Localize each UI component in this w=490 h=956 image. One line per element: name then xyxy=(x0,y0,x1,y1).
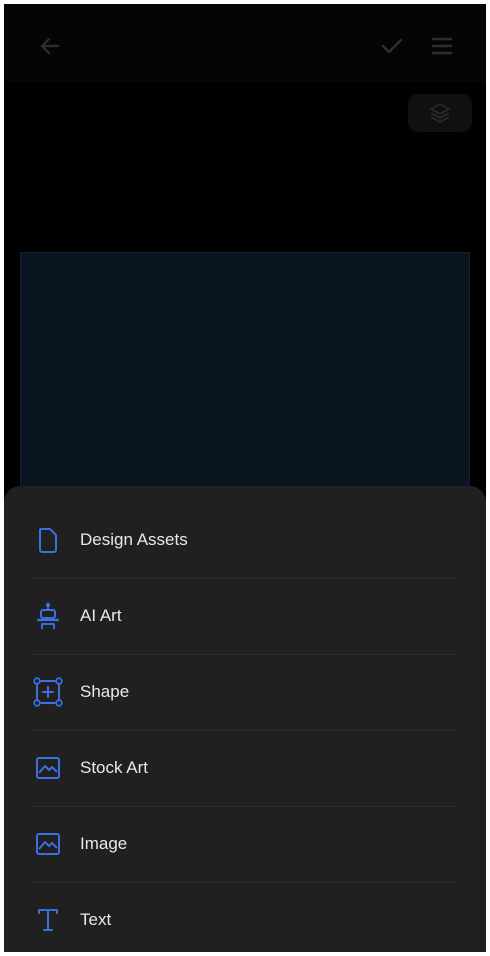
shape-icon xyxy=(32,676,64,708)
add-menu-sheet: Design Assets AI Art Shape Stock Art Ima… xyxy=(4,486,486,952)
menu-item-design-assets[interactable]: Design Assets xyxy=(4,502,486,578)
menu-item-label: Shape xyxy=(80,682,130,701)
menu-item-label: Image xyxy=(80,834,128,853)
top-toolbar xyxy=(4,4,486,82)
document-icon xyxy=(32,524,64,556)
text-icon xyxy=(32,904,64,936)
image-icon xyxy=(32,752,64,784)
hamburger-menu-icon xyxy=(431,35,453,57)
menu-item-ai-art[interactable]: AI Art xyxy=(4,578,486,654)
layers-icon xyxy=(428,101,452,125)
image-icon xyxy=(32,828,64,860)
menu-item-stock-art[interactable]: Stock Art xyxy=(4,730,486,806)
menu-item-label: Stock Art xyxy=(80,758,149,777)
menu-item-image[interactable]: Image xyxy=(4,806,486,882)
back-button[interactable] xyxy=(30,26,70,66)
menu-item-shape[interactable]: Shape xyxy=(4,654,486,730)
menu-item-label: Design Assets xyxy=(80,530,188,549)
ai-art-icon xyxy=(32,600,64,632)
confirm-button[interactable] xyxy=(372,26,412,66)
menu-item-text[interactable]: Text xyxy=(4,882,486,952)
checkmark-icon xyxy=(380,35,404,57)
layers-button[interactable] xyxy=(408,94,472,132)
app-screen: Design Assets AI Art Shape Stock Art Ima… xyxy=(4,4,486,952)
arrow-left-icon xyxy=(39,35,61,57)
menu-item-label: Text xyxy=(80,910,112,929)
menu-button[interactable] xyxy=(422,26,462,66)
menu-item-label: AI Art xyxy=(80,606,122,625)
